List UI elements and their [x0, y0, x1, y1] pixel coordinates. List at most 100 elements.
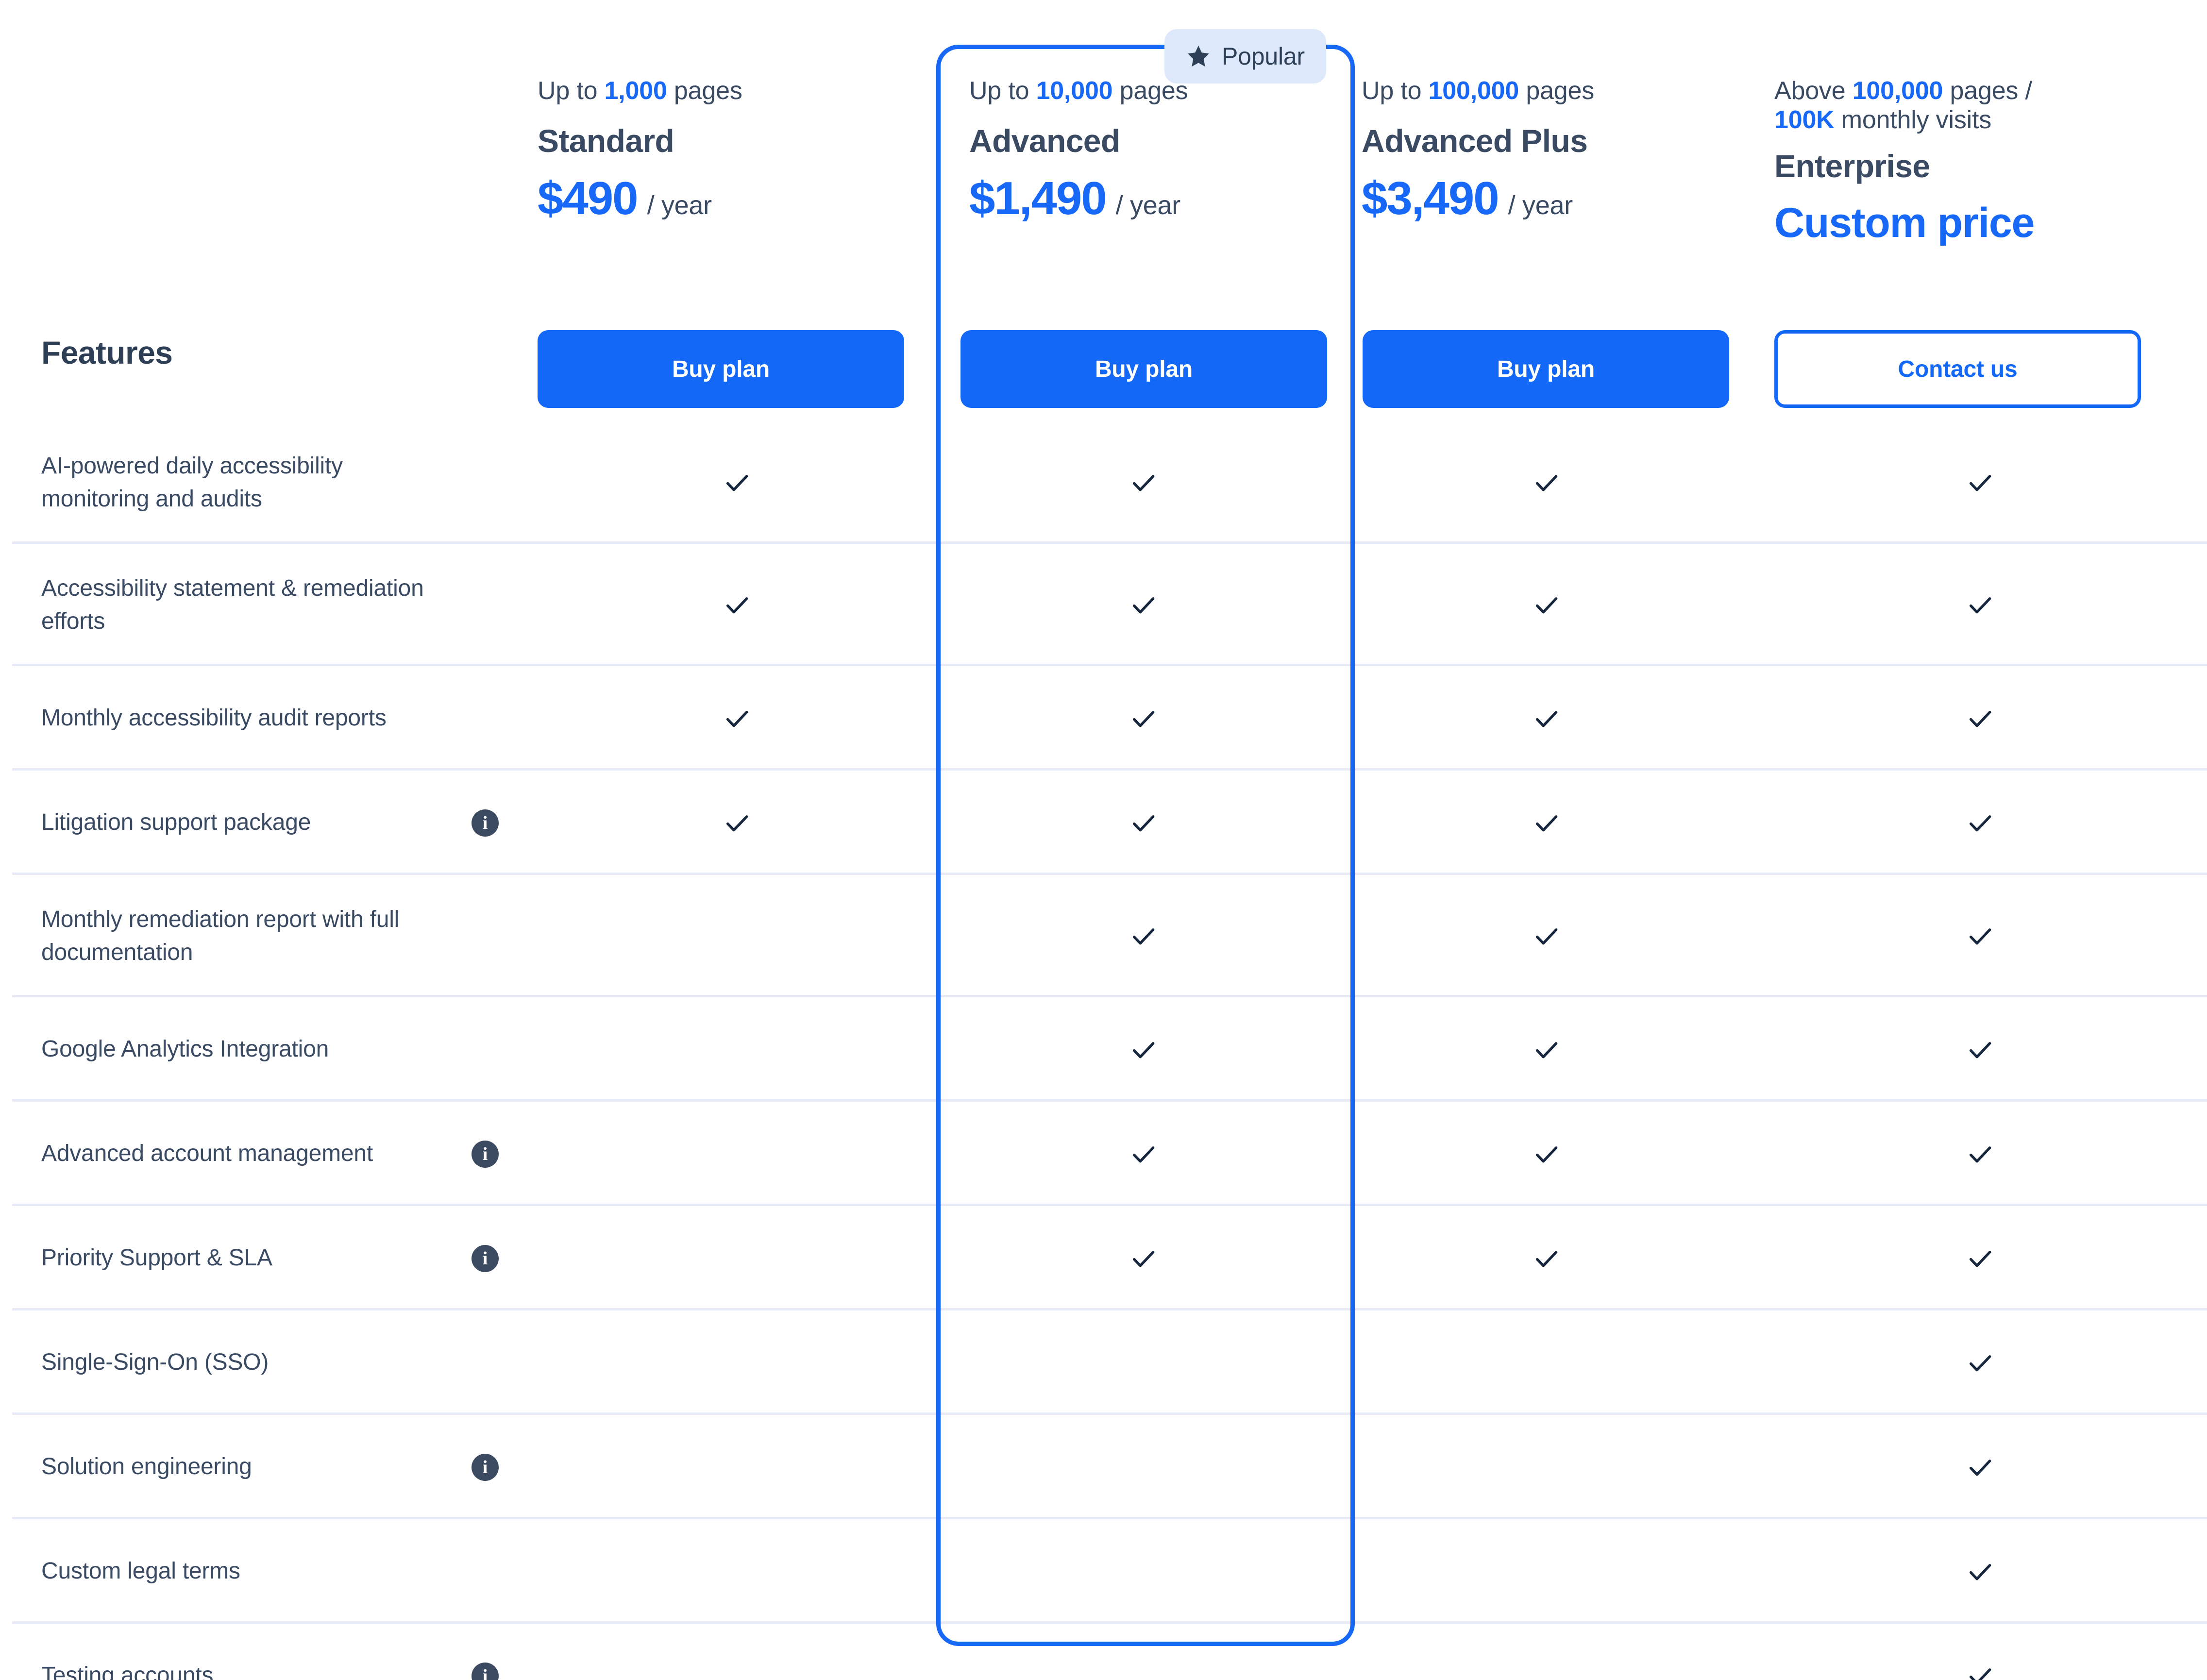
buy-plan-button-advanced[interactable]: Buy plan [960, 330, 1327, 408]
cta-cell-advanced: Buy plan [947, 330, 1340, 408]
feature-included-cell [1753, 997, 2207, 1102]
plan-capacity-enterprise: Above 100,000 pages / 100K monthly visit… [1774, 77, 2032, 134]
cta-cell-advanced-plus: Buy plan [1340, 330, 1753, 408]
check-icon [1965, 1557, 1995, 1587]
check-icon [1532, 590, 1562, 620]
feature-included-cell [1753, 1102, 2207, 1206]
feature-label-cell: Litigation support package i [0, 771, 527, 875]
check-icon [1532, 1035, 1562, 1065]
feature-excluded-cell [527, 997, 947, 1102]
feature-row: Accessibility statement & remediation ef… [0, 544, 2207, 666]
feature-included-cell [1753, 666, 2207, 771]
feature-excluded-cell [1340, 1310, 1753, 1415]
feature-included-cell [1340, 1206, 1753, 1310]
feature-excluded-cell [947, 1519, 1340, 1624]
check-icon [1532, 808, 1562, 838]
info-icon[interactable]: i [472, 1453, 499, 1481]
plan-price-enterprise: Custom price [1774, 199, 2035, 246]
empty-cell [1129, 1348, 1159, 1378]
check-icon [1532, 704, 1562, 734]
cta-spacer [0, 330, 527, 408]
feature-label-cell: AI-powered daily accessibility monitorin… [0, 421, 527, 544]
info-icon[interactable]: i [472, 1662, 499, 1680]
feature-row: Custom legal terms [0, 1519, 2207, 1624]
check-icon [722, 808, 752, 838]
empty-cell [1532, 1557, 1562, 1587]
plan-period-advanced: / year [1115, 190, 1181, 220]
feature-label: Monthly accessibility audit reports [41, 705, 387, 731]
feature-included-cell [1753, 544, 2207, 666]
feature-label: Solution engineering [41, 1454, 252, 1480]
cta-cell-standard: Buy plan [527, 330, 947, 408]
feature-label-cell: Custom legal terms [0, 1519, 527, 1624]
feature-row: Litigation support package i [0, 771, 2207, 875]
feature-label-cell: Single-Sign-On (SSO) [0, 1310, 527, 1415]
check-icon [722, 704, 752, 734]
empty-cell [1532, 1348, 1562, 1378]
feature-row: Monthly accessibility audit reports [0, 666, 2207, 771]
feature-row: AI-powered daily accessibility monitorin… [0, 421, 2207, 544]
feature-label-cell: Google Analytics Integration [0, 997, 527, 1102]
feature-label: AI-powered daily accessibility monitorin… [41, 453, 343, 512]
feature-label: Single-Sign-On (SSO) [41, 1349, 269, 1376]
cta-cell-enterprise: Contact us [1753, 330, 2207, 408]
popular-badge-label: Popular [1222, 43, 1305, 70]
plan-capacity-advanced: Up to 10,000 pages [969, 77, 1188, 105]
buy-plan-button-standard[interactable]: Buy plan [538, 330, 904, 408]
feature-excluded-cell [527, 1415, 947, 1519]
contact-us-button-enterprise[interactable]: Contact us [1774, 330, 2141, 408]
plan-period-advanced-plus: / year [1508, 190, 1573, 220]
feature-included-cell [1340, 997, 1753, 1102]
feature-included-cell [1753, 1310, 2207, 1415]
feature-included-cell [1753, 1206, 2207, 1310]
feature-included-cell [1753, 1415, 2207, 1519]
popular-badge: Popular [1164, 29, 1326, 84]
empty-cell [722, 1452, 752, 1482]
feature-included-cell [1340, 771, 1753, 875]
feature-label: Advanced account management [41, 1141, 373, 1167]
check-icon [1965, 1348, 1995, 1378]
feature-label-cell: Accessibility statement & remediation ef… [0, 544, 527, 666]
feature-included-cell [1753, 1624, 2207, 1680]
plan-name-advanced-plus: Advanced Plus [1362, 122, 1588, 159]
feature-included-cell [1753, 875, 2207, 997]
empty-cell [722, 921, 752, 951]
check-icon [1965, 590, 1995, 620]
feature-included-cell [947, 875, 1340, 997]
feature-included-cell [1340, 875, 1753, 997]
feature-included-cell [1340, 1102, 1753, 1206]
feature-included-cell [1753, 421, 2207, 544]
buy-plan-button-advanced-plus[interactable]: Buy plan [1363, 330, 1729, 408]
feature-excluded-cell [527, 1102, 947, 1206]
plan-period-standard: / year [647, 190, 712, 220]
info-icon[interactable]: i [472, 1140, 499, 1168]
info-icon[interactable]: i [472, 809, 499, 837]
feature-row: Google Analytics Integration [0, 997, 2207, 1102]
plan-name-advanced: Advanced [969, 122, 1120, 159]
empty-cell [722, 1139, 752, 1169]
check-icon [1129, 1035, 1159, 1065]
check-icon [1965, 704, 1995, 734]
feature-rows-container: AI-powered daily accessibility monitorin… [0, 421, 2207, 1680]
feature-excluded-cell [947, 1624, 1340, 1680]
plan-cta-row: Buy plan Buy plan Buy plan Contact us [0, 330, 2207, 408]
feature-included-cell [1340, 544, 1753, 666]
feature-label: Litigation support package [41, 809, 311, 836]
check-icon [1532, 468, 1562, 498]
info-icon[interactable]: i [472, 1244, 499, 1272]
feature-included-cell [947, 997, 1340, 1102]
feature-excluded-cell [947, 1415, 1340, 1519]
empty-cell [722, 1661, 752, 1680]
empty-cell [1129, 1661, 1159, 1680]
feature-row: Single-Sign-On (SSO) [0, 1310, 2207, 1415]
star-icon [1186, 44, 1211, 69]
empty-cell [1532, 1452, 1562, 1482]
check-icon [1965, 1243, 1995, 1274]
feature-label: Testing accounts [41, 1663, 214, 1680]
feature-label: Google Analytics Integration [41, 1036, 329, 1062]
feature-label-cell: Advanced account management i [0, 1102, 527, 1206]
feature-excluded-cell [527, 1519, 947, 1624]
empty-cell [1129, 1557, 1159, 1587]
check-icon [1129, 468, 1159, 498]
feature-excluded-cell [1340, 1519, 1753, 1624]
